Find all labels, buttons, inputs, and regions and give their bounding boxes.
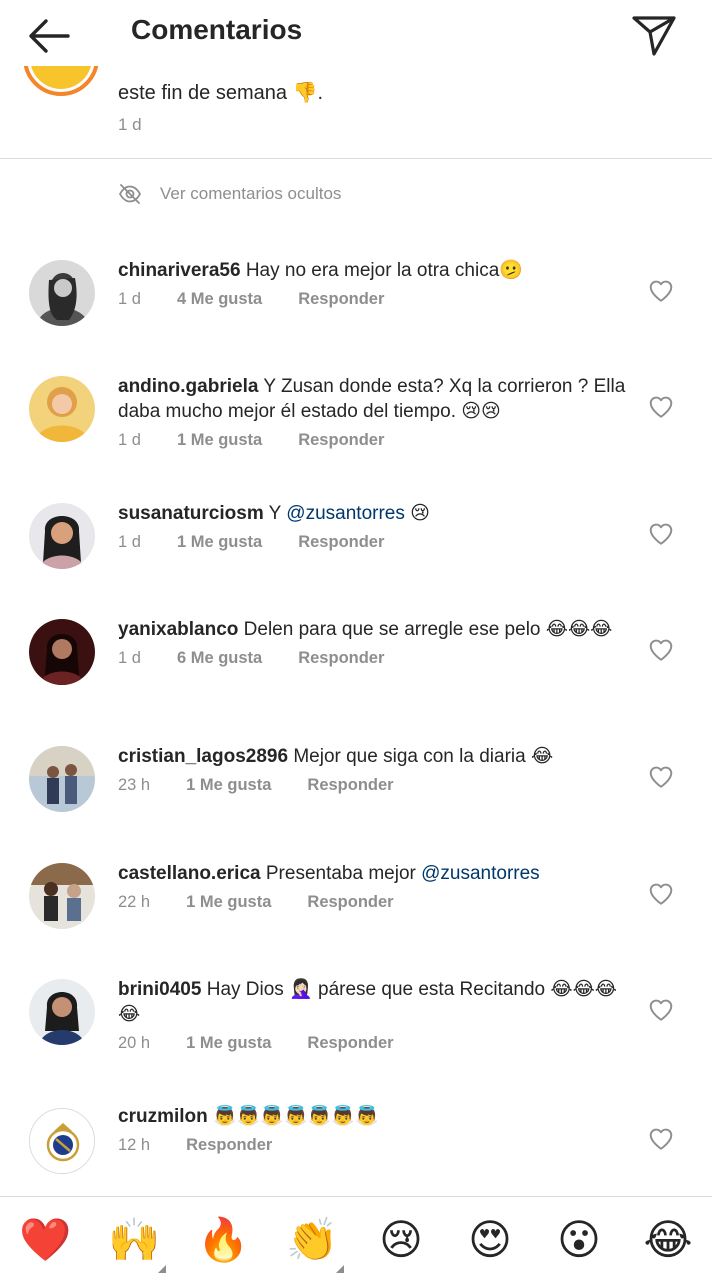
page-title: Comentarios [131, 14, 303, 45]
comment-text: susanaturciosm Y @zusantorres 😢 [118, 501, 638, 526]
comment-time: 22 h [118, 893, 151, 911]
emoji-heart-eyes-button[interactable]: 😍 [464, 1214, 516, 1266]
eye-off-icon [118, 184, 142, 204]
heart-icon[interactable] [648, 278, 674, 304]
comment-mention[interactable]: @zusantorres [286, 503, 405, 524]
avatar[interactable] [29, 376, 95, 442]
reply-button[interactable]: Responder [298, 649, 384, 668]
reply-button[interactable]: Responder [307, 776, 393, 795]
comment-time: 12 h [118, 1136, 151, 1154]
heart-icon[interactable] [648, 521, 674, 547]
comment-text: cruzmilon 👼👼👼👼👼👼👼 [118, 1104, 638, 1129]
comment-username[interactable]: andino.gabriela [118, 376, 258, 397]
comment-body: Delen para que se arregle ese pelo 😂😂😂 [243, 619, 613, 640]
comment-body: 👼👼👼👼👼👼👼 [213, 1106, 379, 1127]
comment-username[interactable]: chinarivera56 [118, 260, 241, 281]
back-arrow-icon[interactable] [24, 14, 76, 58]
comment-username[interactable]: cristian_lagos2896 [118, 746, 288, 767]
emoji-heart-button[interactable]: ❤️ [19, 1214, 71, 1266]
comment-time: 1 d [118, 649, 141, 667]
reply-button[interactable]: Responder [298, 533, 384, 552]
heart-icon[interactable] [648, 997, 674, 1023]
share-icon[interactable] [628, 12, 680, 60]
emoji-clapping-button[interactable]: 👏 [286, 1214, 338, 1266]
emoji-crying-button[interactable]: 😢 [375, 1214, 427, 1266]
comment-username[interactable]: susanaturciosm [118, 503, 264, 524]
comment-time: 1 d [118, 533, 141, 551]
avatar[interactable] [29, 1108, 95, 1174]
comment-body-end: 😢 [410, 503, 430, 524]
avatar[interactable] [29, 503, 95, 569]
skin-tone-indicator [158, 1265, 166, 1273]
caption-timestamp: 1 d [118, 115, 142, 134]
view-hidden-comments-label: Ver comentarios ocultos [160, 184, 342, 203]
comment-likes[interactable]: 1 Me gusta [177, 431, 262, 450]
reply-button[interactable]: Responder [186, 1136, 272, 1155]
avatar[interactable] [29, 863, 95, 929]
comment-mention[interactable]: @zusantorres [421, 863, 540, 884]
comment-body: Hay no era mejor la otra chica🫤 [245, 260, 523, 281]
comment-text: andino.gabriela Y Zusan donde esta? Xq l… [118, 374, 638, 424]
avatar[interactable] [29, 619, 95, 685]
heart-icon[interactable] [648, 637, 674, 663]
avatar[interactable] [29, 746, 95, 812]
heart-icon[interactable] [648, 1126, 674, 1152]
comment-time: 1 d [118, 290, 141, 308]
comment-time: 1 d [118, 431, 141, 449]
caption-text: este fin de semana 👎. [118, 82, 324, 104]
divider [0, 158, 712, 159]
comment-username[interactable]: yanixablanco [118, 619, 238, 640]
comment-text: cristian_lagos2896 Mejor que siga con la… [118, 744, 638, 769]
comment-text: brini0405 Hay Dios 🤦🏻‍♀️ párese que esta… [118, 977, 638, 1027]
comment-text: chinarivera56 Hay no era mejor la otra c… [118, 258, 638, 283]
comment-username[interactable]: cruzmilon [118, 1106, 208, 1127]
avatar[interactable] [29, 260, 95, 326]
comment-body: Y [268, 503, 282, 524]
comment-time: 23 h [118, 776, 151, 794]
emoji-raising-hands-button[interactable]: 🙌 [108, 1214, 160, 1266]
heart-icon[interactable] [648, 881, 674, 907]
emoji-laughing-button[interactable]: 😂 [642, 1214, 694, 1266]
emoji-fire-button[interactable]: 🔥 [197, 1214, 249, 1266]
reply-button[interactable]: Responder [307, 893, 393, 912]
heart-icon[interactable] [648, 764, 674, 790]
reply-button[interactable]: Responder [298, 290, 384, 309]
avatar[interactable] [29, 979, 95, 1045]
reply-button[interactable]: Responder [298, 431, 384, 450]
comment-likes[interactable]: 1 Me gusta [186, 776, 271, 795]
emoji-bar: ❤️ 🙌 🔥 👏 😢 😍 😮 😂 [0, 1196, 712, 1280]
comment-text: yanixablanco Delen para que se arregle e… [118, 617, 638, 642]
comment-likes[interactable]: 1 Me gusta [186, 893, 271, 912]
comment-likes[interactable]: 6 Me gusta [177, 649, 262, 668]
comment-likes[interactable]: 4 Me gusta [177, 290, 262, 309]
comment-body: Presentaba mejor [265, 863, 416, 884]
comment-text: castellano.erica Presentaba mejor @zusan… [118, 861, 638, 886]
comment-body: Mejor que siga con la diaria 😂 [293, 746, 554, 767]
heart-icon[interactable] [648, 394, 674, 420]
comment-username[interactable]: brini0405 [118, 979, 201, 1000]
reply-button[interactable]: Responder [307, 1034, 393, 1053]
comment-likes[interactable]: 1 Me gusta [177, 533, 262, 552]
view-hidden-comments-button[interactable]: Ver comentarios ocultos [118, 182, 341, 206]
comment-time: 20 h [118, 1034, 151, 1052]
emoji-surprised-button[interactable]: 😮 [553, 1214, 605, 1266]
skin-tone-indicator [336, 1265, 344, 1273]
comment-username[interactable]: castellano.erica [118, 863, 261, 884]
comment-likes[interactable]: 1 Me gusta [186, 1034, 271, 1053]
header-bar: Comentarios [0, 0, 712, 66]
